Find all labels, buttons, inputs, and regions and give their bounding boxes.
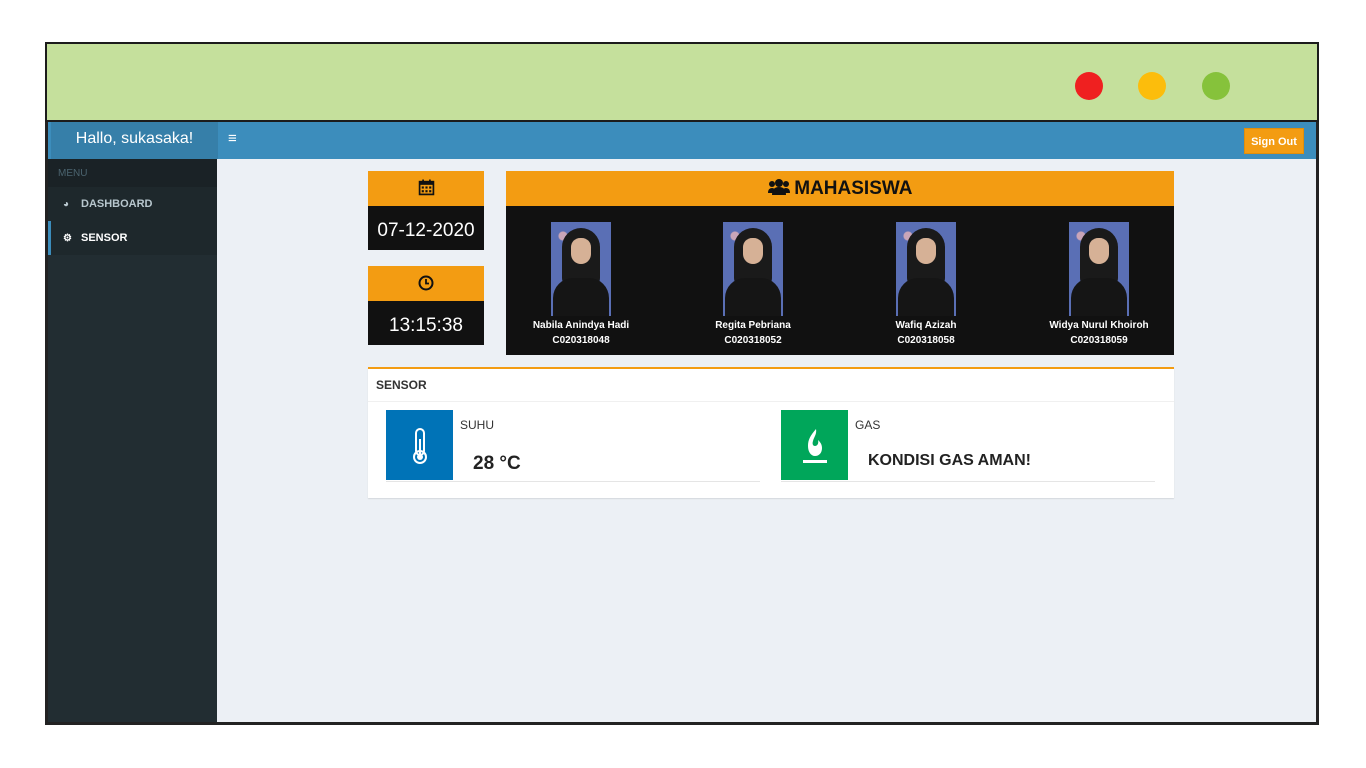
clock-icon xyxy=(418,275,434,291)
date-value: 07-12-2020 xyxy=(368,206,484,250)
date-box: 07-12-2020 xyxy=(368,171,484,250)
mahasiswa-panel: MAHASISWA Nabila Anindya Hadi C020318048… xyxy=(506,171,1174,355)
student-nim: C020318058 xyxy=(897,335,955,346)
time-value: 13:15:38 xyxy=(368,301,484,345)
sidebar-menu-header: MENU xyxy=(48,159,217,187)
student-photo xyxy=(1069,222,1129,316)
gas-card: GAS KONDISI GAS AMAN! xyxy=(781,410,1155,482)
time-box: 13:15:38 xyxy=(368,266,484,345)
gas-value: KONDISI GAS AMAN! xyxy=(868,452,1031,469)
sign-out-button[interactable]: Sign Out xyxy=(1244,128,1304,154)
sidebar: MENU ◕ DASHBOARD ⚙ SENSOR xyxy=(48,159,217,722)
student-photo xyxy=(723,222,783,316)
fire-icon xyxy=(781,410,848,480)
user-greeting: Hallo, sukasaka! xyxy=(51,122,218,159)
student-nim: C020318052 xyxy=(724,335,782,346)
student-photo xyxy=(551,222,611,316)
student-card: Nabila Anindya Hadi C020318048 xyxy=(506,222,656,348)
student-name: Wafiq Azizah xyxy=(895,320,957,331)
sidebar-item-label: SENSOR xyxy=(81,232,128,244)
student-name: Nabila Anindya Hadi xyxy=(532,320,630,331)
dashboard-icon: ◕ xyxy=(63,198,70,210)
minimize-window-button[interactable] xyxy=(1138,72,1166,100)
maximize-window-button[interactable] xyxy=(1202,72,1230,100)
student-card: Widya Nurul Khoiroh C020318059 xyxy=(1024,222,1174,348)
sidebar-item-label: DASHBOARD xyxy=(81,198,153,210)
student-nim: C020318059 xyxy=(1070,335,1128,346)
student-nim: C020318048 xyxy=(552,335,610,346)
student-name: Widya Nurul Khoiroh xyxy=(1049,320,1149,331)
student-name: Regita Pebriana xyxy=(715,320,791,331)
sidebar-item-sensor[interactable]: ⚙ SENSOR xyxy=(48,221,217,255)
gas-label: GAS xyxy=(855,418,881,432)
calendar-icon xyxy=(418,179,434,196)
suhu-label: SUHU xyxy=(460,418,495,432)
student-card: Wafiq Azizah C020318058 xyxy=(851,222,1001,348)
gears-icon: ⚙ xyxy=(63,232,72,244)
app-window: Hallo, sukasaka! ≡ Sign Out MENU ◕ DASHB… xyxy=(45,122,1319,725)
suhu-card: SUHU 28 °C xyxy=(386,410,760,482)
top-navbar: Hallo, sukasaka! ≡ Sign Out xyxy=(48,122,1316,159)
close-window-button[interactable] xyxy=(1075,72,1103,100)
thermometer-icon xyxy=(386,410,453,480)
student-photo xyxy=(896,222,956,316)
sensor-panel: SENSOR SUHU 28 °C GAS KONDISI GAS AMAN! xyxy=(368,367,1174,498)
mahasiswa-title: MAHASISWA xyxy=(794,178,913,199)
sensor-title: SENSOR xyxy=(368,369,1174,402)
sidebar-toggle-icon[interactable]: ≡ xyxy=(228,130,237,147)
sidebar-item-dashboard[interactable]: ◕ DASHBOARD xyxy=(48,187,217,221)
users-icon xyxy=(767,179,795,198)
suhu-value: 28 °C xyxy=(473,453,521,474)
window-titlebar xyxy=(45,42,1319,122)
student-card: Regita Pebriana C020318052 xyxy=(678,222,828,348)
